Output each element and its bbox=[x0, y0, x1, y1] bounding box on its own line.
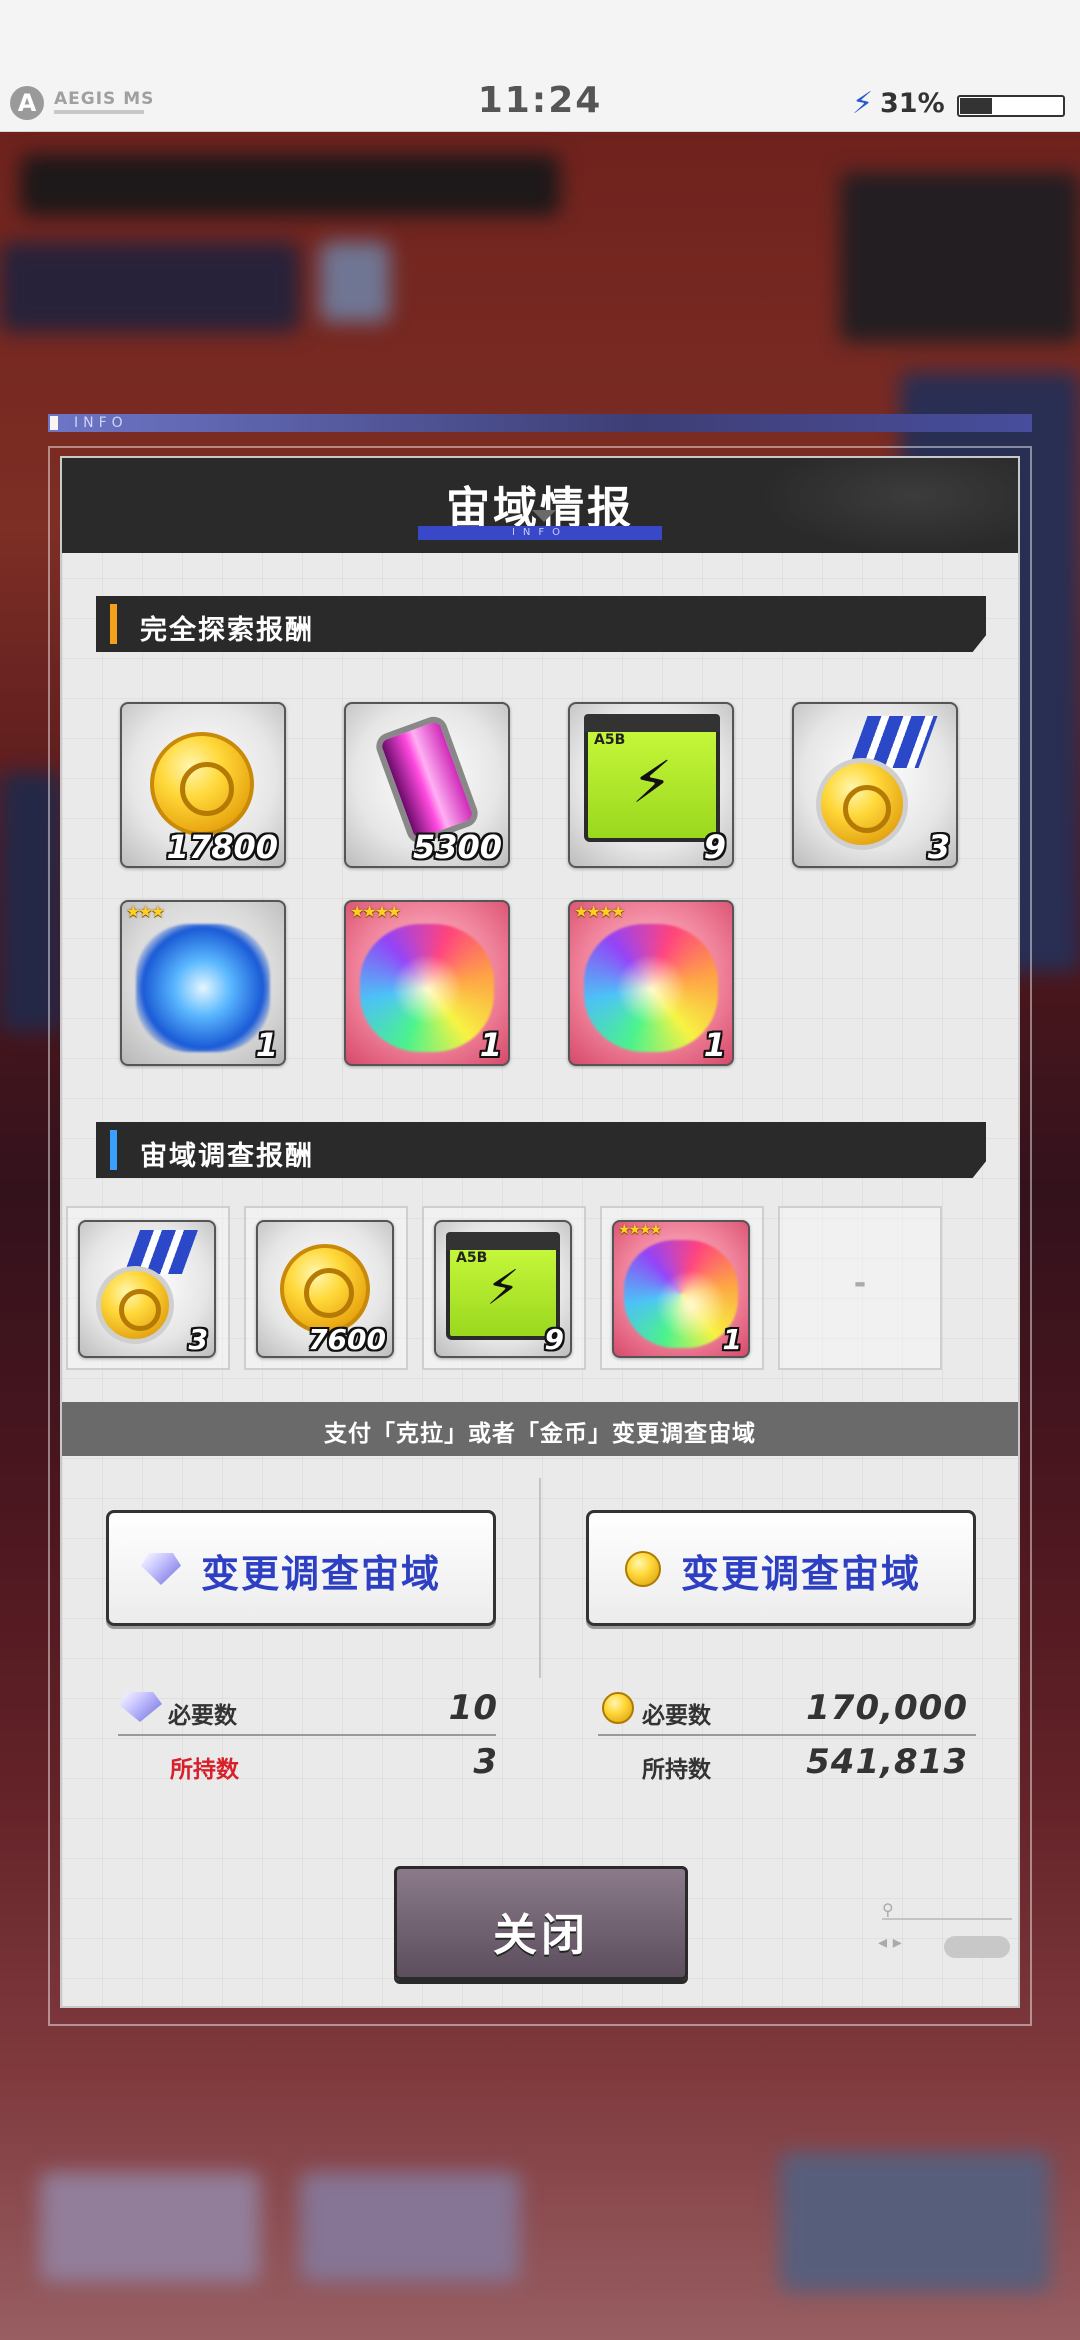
rainbow-aura-icon bbox=[624, 1240, 738, 1348]
owned-label: 所持数 bbox=[642, 1757, 711, 1783]
empty-slot-dash: - bbox=[853, 1266, 867, 1301]
owned-value: 541,813 bbox=[806, 1742, 968, 1782]
reward-qty: 3 bbox=[188, 1323, 208, 1356]
space-info-dialog: 宙域情报 INFO 完全探索报酬 17800 5300 A5B ⚡ 9 3 ★★★… bbox=[62, 458, 1018, 2006]
gold-coin-icon bbox=[602, 1692, 634, 1724]
rarity-stars: ★★★★ bbox=[618, 1222, 662, 1238]
owned-label: 所持数 bbox=[170, 1757, 239, 1783]
reward-item[interactable]: ★★★★ 1 bbox=[612, 1220, 750, 1358]
medal-icon bbox=[816, 758, 908, 850]
reward-item[interactable]: 3 bbox=[78, 1220, 216, 1358]
close-label: 关闭 bbox=[493, 1910, 589, 1961]
button-label: 变更调查宙域 bbox=[681, 1552, 922, 1596]
reward-item[interactable]: A5B ⚡ 9 bbox=[568, 702, 734, 868]
section-accent bbox=[110, 604, 117, 644]
info-strip-label: INFO bbox=[74, 415, 128, 431]
battery-icon bbox=[957, 95, 1065, 117]
reward-qty: 1 bbox=[479, 1026, 502, 1064]
section-label: 完全探索报酬 bbox=[140, 615, 314, 646]
section-accent bbox=[110, 1130, 117, 1170]
crystal-gem-icon bbox=[141, 1553, 181, 1585]
survey-empty-slot: - bbox=[778, 1206, 942, 1370]
reward-item[interactable]: 3 bbox=[792, 702, 958, 868]
reward-item[interactable]: 7600 bbox=[256, 1220, 394, 1358]
required-label: 必要数 bbox=[168, 1703, 237, 1729]
options-divider bbox=[539, 1478, 541, 1678]
reward-item[interactable]: A5B ⚡ 9 bbox=[434, 1220, 572, 1358]
medal-icon bbox=[96, 1266, 174, 1344]
reward-item[interactable]: ★★★ 1 bbox=[120, 900, 286, 1066]
survey-reward-slot: A5B ⚡ 9 bbox=[422, 1206, 586, 1370]
required-value: 170,000 bbox=[806, 1688, 968, 1728]
info-strip: INFO bbox=[48, 414, 1032, 432]
required-label: 必要数 bbox=[642, 1703, 711, 1729]
stat-divider bbox=[598, 1734, 976, 1736]
charging-bolt-icon: ⚡ bbox=[852, 86, 874, 121]
gold-coin-icon bbox=[280, 1244, 370, 1334]
dialog-header: 宙域情报 INFO bbox=[62, 458, 1018, 553]
change-survey-banner: 支付「克拉」或者「金币」变更调查宙域 bbox=[62, 1402, 1018, 1456]
reward-qty: 1 bbox=[703, 1026, 726, 1064]
reward-qty: 1 bbox=[255, 1026, 278, 1064]
owned-value: 3 bbox=[473, 1742, 498, 1782]
section-full-exploration-header: 完全探索报酬 bbox=[96, 596, 986, 652]
reward-qty: 1 bbox=[722, 1323, 742, 1356]
arrows-icon[interactable]: ◂ ▸ bbox=[878, 1932, 902, 1953]
reward-qty: 9 bbox=[703, 828, 726, 866]
rarity-stars: ★★★★ bbox=[350, 902, 401, 921]
change-with-coins-button[interactable]: 变更调查宙域 bbox=[586, 1510, 976, 1626]
search-icon: ⚲ bbox=[882, 1900, 894, 1919]
banner-pointer bbox=[532, 510, 556, 522]
reward-qty: 5300 bbox=[412, 828, 502, 866]
survey-reward-slot: 3 bbox=[66, 1206, 230, 1370]
battery-fill bbox=[960, 98, 993, 114]
status-bar: A AEGIS MS 11:24 ⚡ 31% bbox=[0, 0, 1080, 132]
close-button[interactable]: 关闭 bbox=[394, 1866, 688, 1980]
rainbow-aura-icon bbox=[360, 924, 494, 1052]
gem-owned-row: 所持数 3 bbox=[118, 1740, 538, 1786]
change-with-gems-button[interactable]: 变更调查宙域 bbox=[106, 1510, 496, 1626]
energy-tube-icon bbox=[372, 712, 482, 848]
crystal-gem-icon bbox=[118, 1692, 162, 1722]
info-strip-marker bbox=[50, 416, 58, 430]
gold-coin-icon bbox=[625, 1551, 661, 1587]
reward-qty: 9 bbox=[544, 1323, 564, 1356]
mini-toggle[interactable] bbox=[944, 1936, 1010, 1958]
gem-required-row: 必要数 10 bbox=[118, 1686, 538, 1732]
reward-item[interactable]: 17800 bbox=[120, 702, 286, 868]
reward-item[interactable]: ★★★★ 1 bbox=[344, 900, 510, 1066]
battery-icon: A5B ⚡ bbox=[446, 1232, 560, 1340]
mini-slider-track bbox=[882, 1918, 1012, 1920]
coin-required-row: 必要数 170,000 bbox=[598, 1686, 1018, 1732]
section-survey-header: 宙域调查报酬 bbox=[96, 1122, 986, 1178]
rainbow-aura-icon bbox=[584, 924, 718, 1052]
reward-qty: 7600 bbox=[308, 1323, 386, 1356]
survey-reward-slot: 7600 bbox=[244, 1206, 408, 1370]
reward-qty: 3 bbox=[927, 828, 950, 866]
battery-percent: 31% bbox=[880, 88, 945, 119]
required-value: 10 bbox=[448, 1688, 498, 1728]
reward-qty: 17800 bbox=[166, 828, 278, 866]
survey-reward-slot: ★★★★ 1 bbox=[600, 1206, 764, 1370]
coin-owned-row: 所持数 541,813 bbox=[598, 1740, 1018, 1786]
battery-icon: A5B ⚡ bbox=[584, 714, 720, 842]
section-label: 宙域调查报酬 bbox=[140, 1141, 314, 1172]
battery-logo: A5B bbox=[594, 732, 626, 748]
gold-coin-icon bbox=[150, 732, 254, 836]
blue-aura-icon bbox=[136, 924, 270, 1052]
rarity-stars: ★★★ bbox=[126, 902, 165, 921]
change-survey-text: 支付「克拉」或者「金币」变更调查宙域 bbox=[324, 1421, 756, 1447]
button-label: 变更调查宙域 bbox=[201, 1552, 442, 1596]
dialog-title-sub: INFO bbox=[511, 527, 569, 538]
rarity-stars: ★★★★ bbox=[574, 902, 625, 921]
reward-item[interactable]: ★★★★ 1 bbox=[568, 900, 734, 1066]
reward-item[interactable]: 5300 bbox=[344, 702, 510, 868]
stat-divider bbox=[118, 1734, 496, 1736]
